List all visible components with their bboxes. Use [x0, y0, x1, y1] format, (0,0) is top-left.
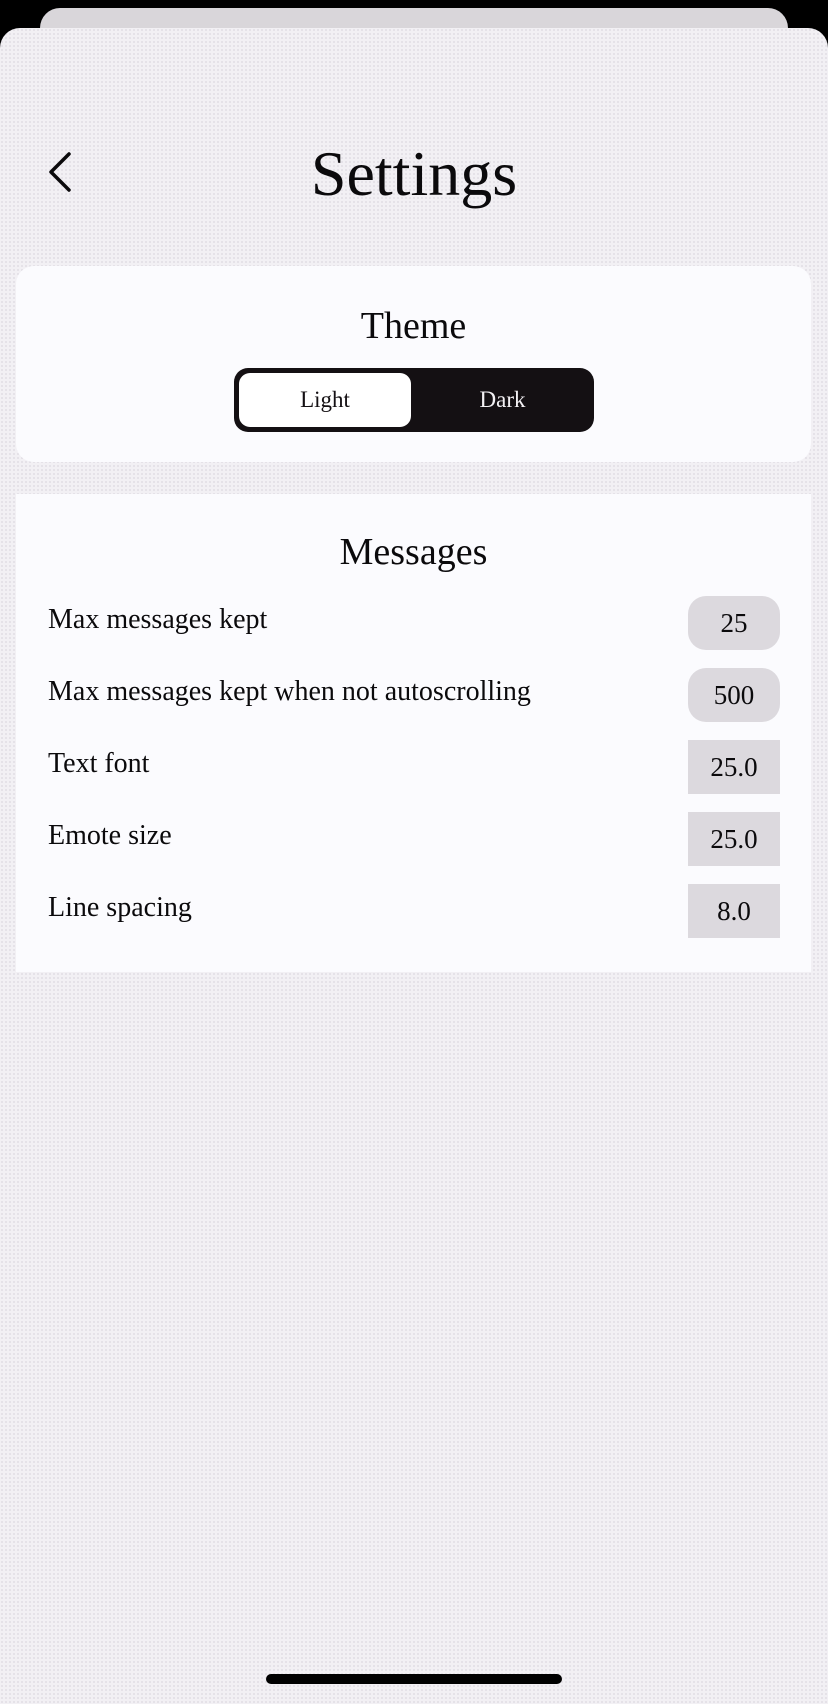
page-title: Settings: [310, 138, 518, 209]
text-font-field[interactable]: 25.0: [688, 740, 780, 794]
emote-size-field[interactable]: 25.0: [688, 812, 780, 866]
messages-card: Messages Max messages kept 25 Max messag…: [16, 494, 811, 972]
setting-row-emote-size: Emote size 25.0: [16, 812, 811, 868]
screen: Settings Theme Light Dark Messages Max m…: [0, 0, 828, 1704]
setting-label: Line spacing: [48, 892, 192, 923]
line-spacing-field[interactable]: 8.0: [688, 884, 780, 938]
setting-row-max-messages-not-autoscrolling: Max messages kept when not autoscrolling…: [16, 668, 811, 724]
max-messages-field[interactable]: 25: [688, 596, 780, 650]
theme-toggle[interactable]: Light Dark: [234, 368, 594, 432]
theme-option-dark[interactable]: Dark: [416, 373, 589, 427]
max-messages-not-autoscrolling-field[interactable]: 500: [688, 668, 780, 722]
theme-option-light[interactable]: Light: [239, 373, 411, 427]
setting-row-max-messages: Max messages kept 25: [16, 596, 811, 652]
setting-label: Max messages kept when not autoscrolling: [48, 676, 531, 707]
messages-title: Messages: [339, 531, 488, 573]
setting-label: Emote size: [48, 820, 172, 851]
setting-label: Max messages kept: [48, 604, 268, 635]
home-indicator[interactable]: [266, 1674, 562, 1684]
setting-row-line-spacing: Line spacing 8.0: [16, 884, 811, 940]
setting-row-text-font: Text font 25.0: [16, 740, 811, 796]
theme-card: Theme Light Dark: [16, 266, 811, 462]
header: Settings: [0, 100, 828, 209]
theme-title: Theme: [360, 305, 467, 347]
setting-label: Text font: [48, 748, 150, 779]
